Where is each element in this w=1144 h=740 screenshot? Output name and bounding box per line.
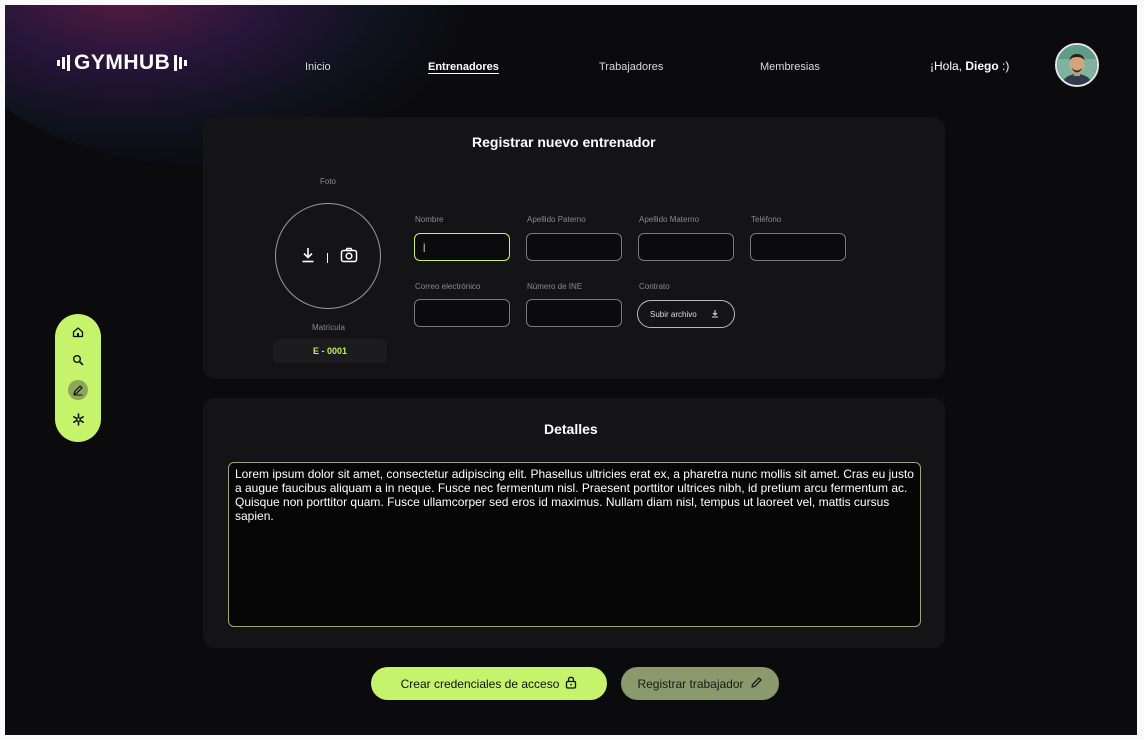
camera-icon[interactable] xyxy=(340,247,358,268)
matricula-value: E - 0001 xyxy=(273,339,387,363)
download-icon[interactable] xyxy=(301,247,315,268)
create-credentials-button[interactable]: Crear credenciales de acceso xyxy=(371,667,607,700)
home-icon[interactable] xyxy=(68,322,88,342)
search-icon[interactable] xyxy=(68,350,88,370)
app-window: GYMHUB Inicio Entrenadores Trabajadores … xyxy=(5,5,1137,735)
lock-icon xyxy=(565,676,577,692)
nav-entrenadores[interactable]: Entrenadores xyxy=(428,61,499,73)
photo-label: Foto xyxy=(320,177,337,186)
nav-inicio[interactable]: Inicio xyxy=(305,61,331,73)
nav-trabajadores[interactable]: Trabajadores xyxy=(599,61,663,73)
avatar[interactable] xyxy=(1055,43,1099,87)
register-worker-label: Registrar trabajador xyxy=(637,676,744,691)
apellido-materno-input[interactable] xyxy=(638,233,734,261)
ine-input[interactable] xyxy=(526,299,622,327)
apellido-materno-label: Apellido Materno xyxy=(639,215,700,224)
user-name: Diego xyxy=(965,59,999,73)
download-small-icon xyxy=(711,309,719,320)
avatar-image xyxy=(1057,45,1097,85)
details-textarea[interactable]: Lorem ipsum dolor sit amet, consectetur … xyxy=(228,462,921,627)
nombre-input[interactable] xyxy=(414,233,510,261)
pencil-icon xyxy=(750,676,763,692)
telefono-label: Teléfono xyxy=(751,215,782,224)
create-credentials-label: Crear credenciales de acceso xyxy=(400,676,560,691)
dumbbell-left-icon xyxy=(57,55,70,71)
dumbbell-right-icon xyxy=(174,55,188,71)
matricula-label: Matrícula xyxy=(312,323,345,332)
ine-label: Número de INE xyxy=(527,282,583,291)
register-worker-button[interactable]: Registrar trabajador xyxy=(621,667,779,700)
sidebar xyxy=(55,314,101,442)
settings-icon[interactable] xyxy=(68,409,88,429)
gymhub-logo[interactable]: GYMHUB xyxy=(57,51,188,75)
logo-text: GYMHUB xyxy=(74,51,171,74)
greeting-suffix: :) xyxy=(998,59,1010,73)
correo-input[interactable] xyxy=(414,299,510,327)
nombre-label: Nombre xyxy=(415,215,444,224)
upload-contract-button[interactable]: Subir archivo xyxy=(637,300,735,328)
greeting-prefix: ¡Hola, xyxy=(930,59,966,73)
details-title: Detalles xyxy=(544,421,598,437)
edit-icon[interactable] xyxy=(68,380,88,400)
telefono-input[interactable] xyxy=(750,233,846,261)
correo-label: Correo electrónico xyxy=(415,282,481,291)
contrato-label: Contrato xyxy=(639,282,670,291)
photo-actions xyxy=(301,247,358,268)
apellido-paterno-label: Apellido Paterno xyxy=(527,215,586,224)
upload-button-label: Subir archivo xyxy=(650,309,697,319)
register-title: Registrar nuevo entrenador xyxy=(472,134,656,150)
nav-membresias[interactable]: Membresias xyxy=(760,61,820,73)
apellido-paterno-input[interactable] xyxy=(526,233,622,261)
divider xyxy=(327,252,328,263)
user-greeting: ¡Hola, Diego :) xyxy=(930,59,1009,73)
